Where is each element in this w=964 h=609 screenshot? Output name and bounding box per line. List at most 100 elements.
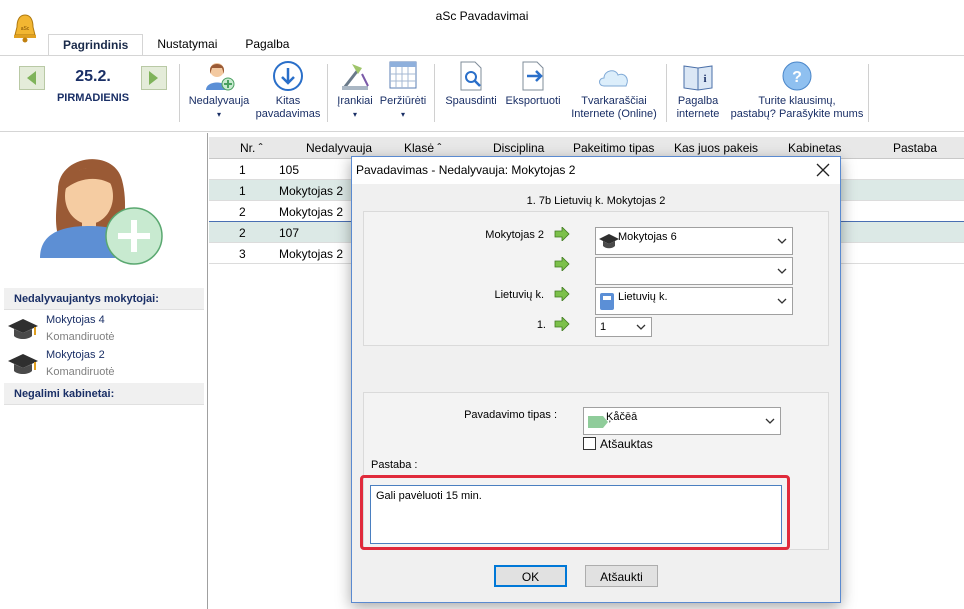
substitution-type-select[interactable]: Ķåčēā <box>583 407 781 435</box>
cancelled-checkbox[interactable] <box>583 437 596 450</box>
note-label: Pastaba : <box>371 459 418 471</box>
col-pakeitimo-tipas[interactable]: Pakeitimo tipas <box>573 141 654 155</box>
col-pastaba[interactable]: Pastaba <box>893 141 937 155</box>
chevron-down-icon: ▾ <box>352 110 357 119</box>
spausdinti-button[interactable]: Spausdinti <box>441 60 501 108</box>
ok-button[interactable]: OK <box>494 565 567 587</box>
tab-nustatymai[interactable]: Nustatymai <box>143 34 231 56</box>
ribbon-separator <box>327 64 328 122</box>
period-select[interactable]: 1 <box>595 317 652 337</box>
substitution-type-value: Ķåčēā <box>606 411 638 423</box>
klausimai-label-2: pastabų? Parašykite mums <box>730 108 864 120</box>
absent-teachers-header: Nedalyvaujantys mokytojai: <box>4 288 204 310</box>
chevron-down-icon <box>777 238 787 244</box>
feedback-button[interactable]: ? Turite klausimų, pastabų? Parašykite m… <box>730 60 864 121</box>
absent-teacher-name: Mokytojas 4 <box>46 314 105 326</box>
chevron-down-icon <box>636 324 646 330</box>
dialog-title: Pavadavimas - Nedalyvauja: Mokytojas 2 <box>352 157 840 184</box>
book-icon <box>600 293 614 310</box>
cell-nr: 2 <box>239 226 246 240</box>
col-disciplina[interactable]: Disciplina <box>493 141 544 155</box>
graduation-cap-icon <box>8 319 38 339</box>
klausimai-label-1: Turite klausimų, <box>758 95 836 107</box>
col-nedalyvauja[interactable]: Nedalyvauja <box>306 141 372 155</box>
eksportuoti-label: Eksportuoti <box>505 95 561 107</box>
note-highlight-box <box>360 475 790 550</box>
date-weekday: PIRMADIENIS <box>56 92 130 104</box>
down-arrow-circle-icon <box>273 61 303 91</box>
export-icon <box>522 61 544 91</box>
cell-absent: Mokytojas 2 <box>279 184 344 198</box>
green-arrow-icon[interactable] <box>554 227 570 241</box>
graduation-cap-icon <box>8 354 38 374</box>
close-icon[interactable] <box>814 161 832 179</box>
tab-pagrindinis[interactable]: Pagrindinis <box>48 34 144 56</box>
extra-teacher-select[interactable] <box>595 257 793 285</box>
chevron-down-icon <box>777 298 787 304</box>
pagalba-internete-button[interactable]: i Pagalba internete <box>670 60 726 121</box>
kitas-label-1: Kitas <box>275 95 301 107</box>
chevron-down-icon <box>765 418 775 424</box>
right-arrow-icon <box>149 71 158 85</box>
dialog-subtitle: 1. 7b Lietuvių k. Mokytojas 2 <box>526 195 666 207</box>
cell-nr: 2 <box>239 205 246 219</box>
cloud-icon <box>599 70 628 87</box>
ribbon-tabs: Pagrindinis Nustatymai Pagalba <box>48 34 303 56</box>
absent-teacher-reason: Komandiruotė <box>46 366 115 378</box>
col-kas-pakeis[interactable]: Kas juos pakeis <box>674 141 758 155</box>
absent-teacher-reason: Komandiruotė <box>46 331 115 343</box>
green-arrow-icon[interactable] <box>554 287 570 301</box>
green-arrow-icon[interactable] <box>554 317 570 331</box>
cell-nr: 1 <box>239 184 246 198</box>
pagalba-label-2: internete <box>676 108 720 120</box>
green-arrow-icon[interactable] <box>554 257 570 271</box>
eksportuoti-button[interactable]: Eksportuoti <box>500 60 566 108</box>
col-klase[interactable]: Klasė ˆ <box>404 141 441 155</box>
ribbon-separator <box>666 64 667 122</box>
date-value: 25.2. <box>75 68 111 85</box>
svg-text:i: i <box>703 73 706 85</box>
tvarkarasciai-online-button[interactable]: Tvarkaraščiai Internete (Online) <box>565 60 663 121</box>
nedalyvauja-label: Nedalyvauja <box>188 95 250 107</box>
absent-teacher-item[interactable]: Mokytojas 4 Komandiruotė <box>8 313 204 353</box>
svg-text:?: ? <box>792 69 802 86</box>
subject-select[interactable]: Lietuvių k. <box>595 287 793 315</box>
absent-teacher-item[interactable]: Mokytojas 2 Komandiruotė <box>8 348 204 388</box>
cancel-button[interactable]: Atšaukti <box>585 565 658 587</box>
irankiai-button[interactable]: Įrankiai ▾ <box>333 60 377 121</box>
chevron-down-icon <box>777 268 787 274</box>
graduation-cap-icon <box>599 234 619 249</box>
cell-absent: Mokytojas 2 <box>279 247 344 261</box>
app-window: aSc aSc Pavadavimai Pagrindinis Nustatym… <box>0 0 964 609</box>
kitas-pavadavimas-button[interactable]: Kitas pavadavimas <box>252 60 324 121</box>
subject-label: Lietuvių k. <box>494 289 544 301</box>
cell-absent: Mokytojas 2 <box>279 205 344 219</box>
prev-day-button[interactable] <box>19 66 45 90</box>
cancelled-label: Atšauktas <box>600 437 653 451</box>
col-kabinetas[interactable]: Kabinetas <box>788 141 841 155</box>
tab-pagalba[interactable]: Pagalba <box>231 34 303 56</box>
window-title: aSc Pavadavimai <box>435 9 529 23</box>
question-icon: ? <box>782 61 812 91</box>
grid-view-icon <box>389 61 417 89</box>
tvarkarasciai-label-2: Internete (Online) <box>571 108 657 120</box>
absent-teacher-name: Mokytojas 2 <box>46 349 105 361</box>
type-label: Pavadavimo tipas : <box>464 409 557 421</box>
substitution-fields-panel: Mokytojas 2 Mokytojas 6 Lietuvių k. Liet… <box>363 211 829 346</box>
teacher-label: Mokytojas 2 <box>485 229 544 241</box>
perziureti-button[interactable]: Peržiūrėti ▾ <box>377 60 429 121</box>
person-add-avatar-icon <box>40 159 163 265</box>
irankiai-label: Įrankiai <box>337 95 373 107</box>
chevron-down-icon: ▾ <box>216 110 221 119</box>
tools-icon <box>342 64 369 90</box>
next-day-button[interactable] <box>141 66 167 90</box>
print-preview-icon <box>460 61 482 91</box>
nedalyvauja-button[interactable]: Nedalyvauja ▾ <box>186 60 252 121</box>
col-nr[interactable]: Nr. ˆ <box>240 141 263 155</box>
left-arrow-icon <box>27 71 36 85</box>
perziureti-label: Peržiūrėti <box>379 95 427 107</box>
teacher-select[interactable]: Mokytojas 6 <box>595 227 793 255</box>
cell-nr: 3 <box>239 247 246 261</box>
spausdinti-label: Spausdinti <box>445 95 497 107</box>
tvarkarasciai-label-1: Tvarkaraščiai <box>581 95 647 107</box>
